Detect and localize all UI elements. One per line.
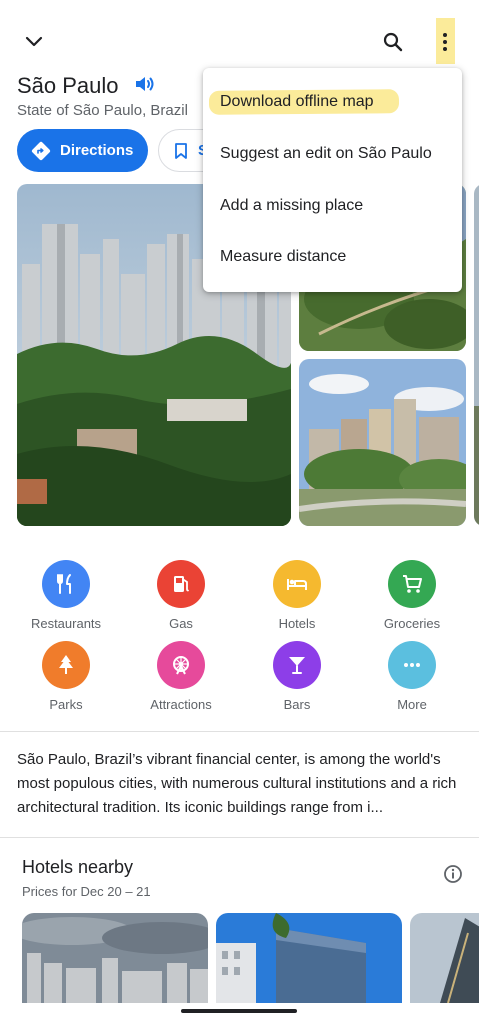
info-icon bbox=[444, 865, 462, 883]
category-label: Gas bbox=[169, 616, 193, 631]
hotel-card[interactable] bbox=[216, 913, 402, 1003]
place-region: State of São Paulo, Brazil bbox=[17, 102, 188, 119]
gas-station-icon bbox=[157, 560, 205, 608]
category-gas[interactable]: Gas bbox=[131, 560, 231, 631]
hotels-info-button[interactable] bbox=[443, 864, 463, 889]
top-bar bbox=[0, 0, 479, 70]
more-horiz-icon bbox=[388, 641, 436, 689]
hotel-photo bbox=[22, 913, 208, 1003]
category-restaurants[interactable]: Restaurants bbox=[16, 560, 116, 631]
ferris-wheel-icon bbox=[157, 641, 205, 689]
grocery-cart-icon bbox=[388, 560, 436, 608]
home-indicator[interactable] bbox=[181, 1009, 297, 1013]
place-title-row: São Paulo bbox=[17, 70, 157, 101]
more-options-button[interactable] bbox=[425, 22, 465, 62]
divider bbox=[0, 837, 479, 838]
category-label: More bbox=[397, 697, 427, 712]
divider bbox=[0, 731, 479, 732]
hotel-card[interactable] bbox=[410, 913, 479, 1003]
restaurant-icon bbox=[42, 560, 90, 608]
hotels-section-subtitle: Prices for Dec 20 – 21 bbox=[22, 884, 151, 899]
category-hotels[interactable]: Hotels bbox=[247, 560, 347, 631]
place-photo-next[interactable] bbox=[474, 184, 479, 526]
place-title: São Paulo bbox=[17, 72, 119, 98]
category-more[interactable]: More bbox=[362, 641, 462, 712]
hotel-icon bbox=[273, 560, 321, 608]
menu-item-download-offline-map[interactable]: Download offline map bbox=[220, 93, 374, 111]
menu-item-measure-distance[interactable]: Measure distance bbox=[220, 248, 346, 266]
chevron-down-icon bbox=[25, 36, 43, 47]
hotel-photo bbox=[410, 913, 479, 1003]
city-square-photo bbox=[299, 359, 466, 526]
hotel-card[interactable] bbox=[22, 913, 208, 1003]
search-button[interactable] bbox=[373, 22, 413, 62]
hotels-section-title: Hotels nearby bbox=[22, 857, 134, 877]
search-icon bbox=[383, 32, 403, 52]
volume-icon bbox=[135, 77, 154, 91]
menu-item-suggest-edit[interactable]: Suggest an edit on São Paulo bbox=[220, 145, 432, 163]
cocktail-icon bbox=[273, 641, 321, 689]
place-photo-square[interactable] bbox=[299, 359, 466, 526]
category-parks[interactable]: Parks bbox=[16, 641, 116, 712]
hotel-photo bbox=[216, 913, 402, 1003]
menu-item-add-missing-place[interactable]: Add a missing place bbox=[220, 197, 363, 215]
collapse-button[interactable] bbox=[14, 22, 54, 62]
category-label: Bars bbox=[283, 697, 311, 712]
category-label: Parks bbox=[49, 697, 83, 712]
category-label: Restaurants bbox=[30, 616, 102, 631]
directions-button[interactable]: Directions bbox=[17, 129, 148, 172]
listen-button[interactable] bbox=[133, 72, 157, 101]
bookmark-icon bbox=[175, 142, 187, 159]
category-bars[interactable]: Bars bbox=[247, 641, 347, 712]
category-groceries[interactable]: Groceries bbox=[362, 560, 462, 631]
overflow-menu: Download offline map Suggest an edit on … bbox=[203, 68, 462, 292]
photo-thumbnail bbox=[474, 184, 479, 526]
category-label: Hotels bbox=[278, 616, 316, 631]
directions-icon bbox=[31, 141, 51, 160]
park-tree-icon bbox=[42, 641, 90, 689]
more-vert-icon bbox=[443, 33, 447, 51]
category-label: Groceries bbox=[383, 616, 441, 631]
place-description[interactable]: São Paulo, Brazil’s vibrant financial ce… bbox=[17, 748, 463, 820]
category-attractions[interactable]: Attractions bbox=[131, 641, 231, 712]
directions-label: Directions bbox=[60, 142, 134, 159]
category-label: Attractions bbox=[150, 697, 212, 712]
